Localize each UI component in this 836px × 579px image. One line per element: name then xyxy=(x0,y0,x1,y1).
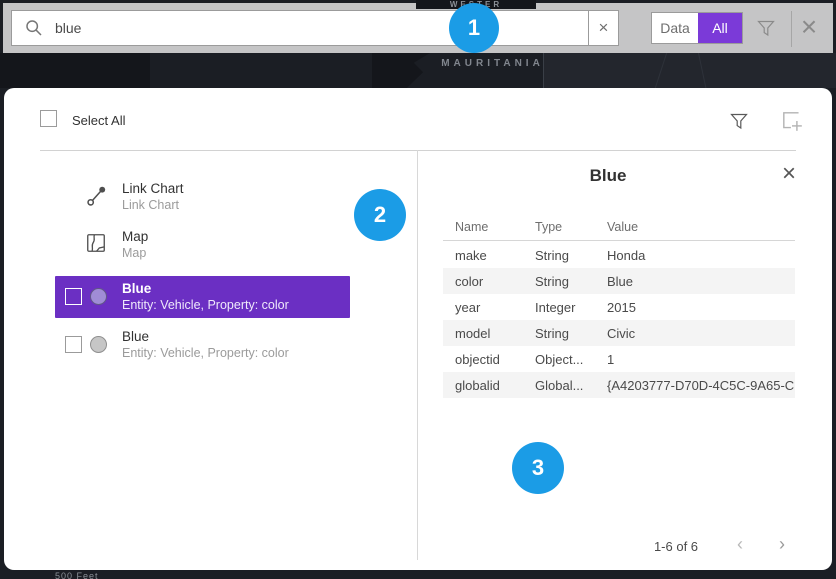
map-background: MAURITANIA xyxy=(0,53,836,88)
column-header-type: Type xyxy=(535,220,607,240)
result-item-blue[interactable]: Blue Entity: Vehicle, Property: color xyxy=(55,324,350,366)
annotation-step-2: 2 xyxy=(354,189,406,241)
search-results-panel: Select All xyxy=(4,88,832,570)
map-background-bottom: 500 Feet xyxy=(0,570,836,579)
cell-value: {A4203777-D70D-4C5C-9A65-C... xyxy=(607,378,795,393)
cell-type: String xyxy=(535,248,607,263)
search-input[interactable]: blue xyxy=(11,10,589,46)
table-row: globalid Global... {A4203777-D70D-4C5C-9… xyxy=(443,372,795,398)
search-icon xyxy=(25,19,43,37)
result-item-link-chart[interactable]: Link Chart Link Chart xyxy=(55,176,350,218)
cell-name: year xyxy=(455,300,535,315)
clear-search-button[interactable]: × xyxy=(588,10,619,46)
annotation-step-1: 1 xyxy=(449,3,499,53)
header-divider xyxy=(40,150,796,151)
add-selection-icon xyxy=(780,120,804,137)
result-subtitle: Link Chart xyxy=(122,197,184,213)
cell-type: Global... xyxy=(535,378,607,393)
cell-name: model xyxy=(455,326,535,341)
properties-table: make String Honda color String Blue year… xyxy=(443,242,795,398)
close-icon: × xyxy=(599,18,609,38)
result-subtitle: Map xyxy=(122,245,148,261)
close-icon: × xyxy=(801,11,817,42)
map-scale-label: 500 Feet xyxy=(55,571,99,579)
chevron-left-icon: ‹ xyxy=(737,534,743,554)
result-checkbox[interactable] xyxy=(65,336,82,353)
result-item-blue-selected[interactable]: Blue Entity: Vehicle, Property: color xyxy=(55,276,350,318)
result-subtitle: Entity: Vehicle, Property: color xyxy=(122,345,289,361)
cell-value: Civic xyxy=(607,326,795,341)
pagination-label: 1-6 of 6 xyxy=(635,539,717,554)
result-title: Map xyxy=(122,228,148,245)
cell-type: Object... xyxy=(535,352,607,367)
table-header-border xyxy=(443,240,795,241)
toolbar-divider xyxy=(791,11,792,47)
table-row: model String Civic xyxy=(443,320,795,346)
result-title: Blue xyxy=(122,280,289,297)
result-title: Link Chart xyxy=(122,180,184,197)
cell-value: 2015 xyxy=(607,300,795,315)
detail-title: Blue xyxy=(417,166,799,186)
column-header-name: Name xyxy=(455,220,535,240)
entity-circle-icon xyxy=(90,336,107,353)
result-title: Blue xyxy=(122,328,289,345)
search-toolbar: blue × Data All × xyxy=(3,3,833,53)
detail-close-button[interactable]: × xyxy=(776,162,802,188)
search-query-text: blue xyxy=(55,20,81,36)
properties-table-header: Name Type Value xyxy=(443,220,795,240)
select-all-checkbox[interactable] xyxy=(40,110,57,127)
table-row: make String Honda xyxy=(443,242,795,268)
cell-value: 1 xyxy=(607,352,795,367)
app-window: WESTER MAURITANIA 500 Feet blue × Data A… xyxy=(0,0,836,579)
map-region xyxy=(543,53,836,88)
cell-name: make xyxy=(455,248,535,263)
result-item-map[interactable]: Map Map xyxy=(55,224,350,266)
next-page-button[interactable]: › xyxy=(772,535,792,555)
filter-icon xyxy=(728,119,750,136)
close-icon: × xyxy=(782,160,796,187)
table-row: year Integer 2015 xyxy=(443,294,795,320)
entity-circle-icon xyxy=(90,288,107,305)
list-detail-divider xyxy=(417,150,418,560)
prev-page-button[interactable]: ‹ xyxy=(730,535,750,555)
cell-type: String xyxy=(535,326,607,341)
scope-toggle: Data All xyxy=(651,12,743,44)
map-icon xyxy=(85,232,107,259)
scope-data-button[interactable]: Data xyxy=(652,13,698,43)
filter-results-button[interactable] xyxy=(728,110,750,137)
filter-icon xyxy=(755,26,777,43)
annotation-step-3: 3 xyxy=(512,442,564,494)
cell-value: Honda xyxy=(607,248,795,263)
cell-name: color xyxy=(455,274,535,289)
cell-value: Blue xyxy=(607,274,795,289)
result-subtitle: Entity: Vehicle, Property: color xyxy=(122,297,289,313)
cell-type: Integer xyxy=(535,300,607,315)
filter-button[interactable] xyxy=(755,17,777,44)
chevron-right-icon: › xyxy=(779,534,785,554)
scope-all-button[interactable]: All xyxy=(698,13,742,43)
cell-name: globalid xyxy=(455,378,535,393)
column-header-value: Value xyxy=(607,220,795,240)
add-to-selection-button[interactable] xyxy=(780,109,804,138)
table-row: objectid Object... 1 xyxy=(443,346,795,372)
table-row: color String Blue xyxy=(443,268,795,294)
cell-name: objectid xyxy=(455,352,535,367)
map-landmass xyxy=(0,53,150,88)
close-search-button[interactable]: × xyxy=(795,13,823,43)
cell-type: String xyxy=(535,274,607,289)
select-all-label: Select All xyxy=(72,113,125,128)
link-chart-icon xyxy=(85,184,109,213)
map-label-mauritania: MAURITANIA xyxy=(405,58,580,69)
result-checkbox[interactable] xyxy=(65,288,82,305)
